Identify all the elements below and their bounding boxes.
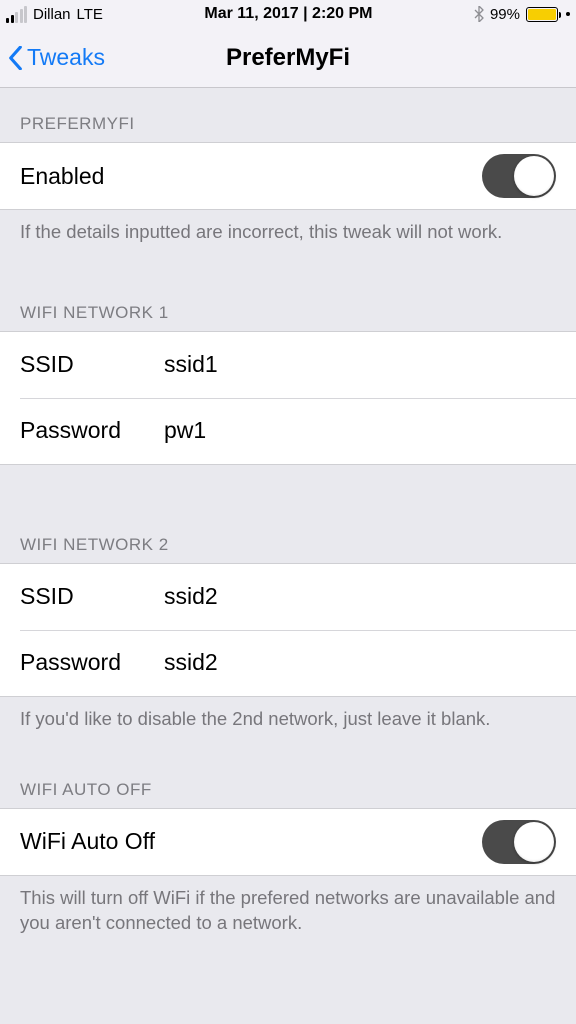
status-datetime: Mar 11, 2017 | 2:20 PM: [204, 5, 372, 23]
back-button[interactable]: Tweaks: [8, 44, 105, 71]
status-bar: Dillan LTE Mar 11, 2017 | 2:20 PM 99%: [0, 0, 576, 28]
bluetooth-icon: [474, 6, 484, 22]
carrier-label: Dillan: [33, 6, 71, 23]
ssid-value: ssid1: [164, 351, 556, 378]
enabled-label: Enabled: [20, 163, 104, 190]
autooff-label: WiFi Auto Off: [20, 828, 155, 855]
signal-icon: [6, 6, 27, 23]
group-prefermyfi: Enabled: [0, 142, 576, 210]
section-header-wifi2: WIFI NETWORK 2: [0, 465, 576, 563]
section-header-wifi1: WIFI NETWORK 1: [0, 251, 576, 331]
section-footer-prefermyfi: If the details inputted are incorrect, t…: [0, 210, 576, 251]
section-header-autooff: WIFI AUTO OFF: [0, 738, 576, 808]
row-autooff[interactable]: WiFi Auto Off: [0, 809, 576, 875]
ssid-value: ssid2: [164, 583, 556, 610]
ssid-label: SSID: [20, 351, 164, 378]
section-footer-wifi2: If you'd like to disable the 2nd network…: [0, 697, 576, 738]
row-enabled[interactable]: Enabled: [0, 143, 576, 209]
row-wifi1-password[interactable]: Password pw1: [0, 398, 576, 464]
chevron-left-icon: [8, 46, 23, 70]
status-dot: [566, 12, 570, 16]
enabled-toggle[interactable]: [482, 154, 556, 198]
battery-icon: [526, 7, 558, 22]
row-wifi2-password[interactable]: Password ssid2: [0, 630, 576, 696]
nav-bar: Tweaks PreferMyFi: [0, 28, 576, 88]
back-label: Tweaks: [27, 44, 105, 71]
section-footer-autooff: This will turn off WiFi if the prefered …: [0, 876, 576, 942]
row-wifi2-ssid[interactable]: SSID ssid2: [0, 564, 576, 630]
network-type: LTE: [77, 6, 103, 23]
password-value: ssid2: [164, 649, 556, 676]
group-autooff: WiFi Auto Off: [0, 808, 576, 876]
row-wifi1-ssid[interactable]: SSID ssid1: [0, 332, 576, 398]
battery-percent: 99%: [490, 6, 520, 23]
group-wifi1: SSID ssid1 Password pw1: [0, 331, 576, 465]
ssid-label: SSID: [20, 583, 164, 610]
password-label: Password: [20, 417, 164, 444]
autooff-toggle[interactable]: [482, 820, 556, 864]
password-label: Password: [20, 649, 164, 676]
password-value: pw1: [164, 417, 556, 444]
group-wifi2: SSID ssid2 Password ssid2: [0, 563, 576, 697]
section-header-prefermyfi: PREFERMYFI: [0, 88, 576, 142]
